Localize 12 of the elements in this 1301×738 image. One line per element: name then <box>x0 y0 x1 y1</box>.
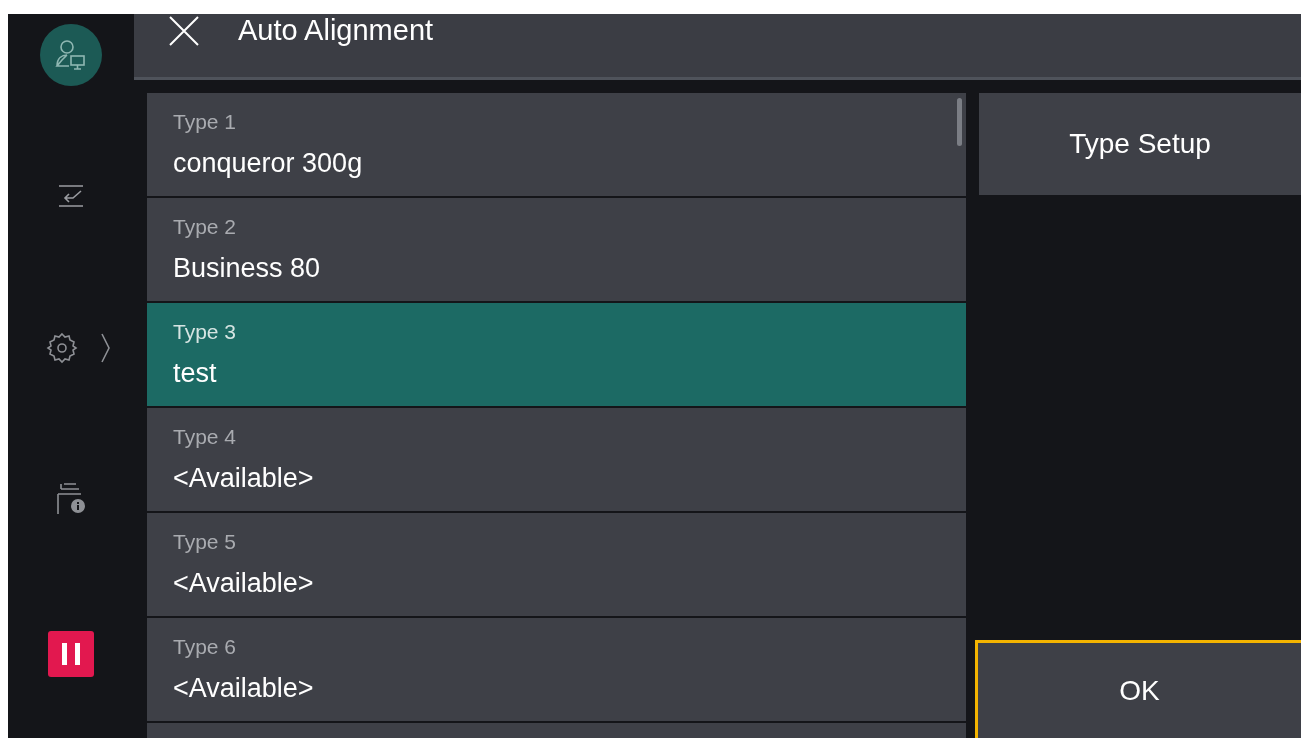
window-title: Auto Alignment <box>238 12 434 48</box>
type-list-item[interactable]: Type 4 <Available> <box>147 408 966 511</box>
type-list-item[interactable]: Type 5 <Available> <box>147 513 966 616</box>
ok-button[interactable]: OK <box>975 640 1301 738</box>
type-list-item[interactable]: Type 2 Business 80 <box>147 198 966 301</box>
pause-icon[interactable] <box>48 631 94 677</box>
type-list-item[interactable]: Type 3 test <box>147 303 966 406</box>
type-list-item[interactable]: Type 1 conqueror 300g <box>147 93 966 196</box>
scrollbar-thumb[interactable] <box>957 98 962 146</box>
type-list-item[interactable]: Type 6 <Available> <box>147 618 966 721</box>
close-icon[interactable] <box>168 14 200 47</box>
type-setup-button[interactable]: Type Setup <box>979 93 1301 195</box>
